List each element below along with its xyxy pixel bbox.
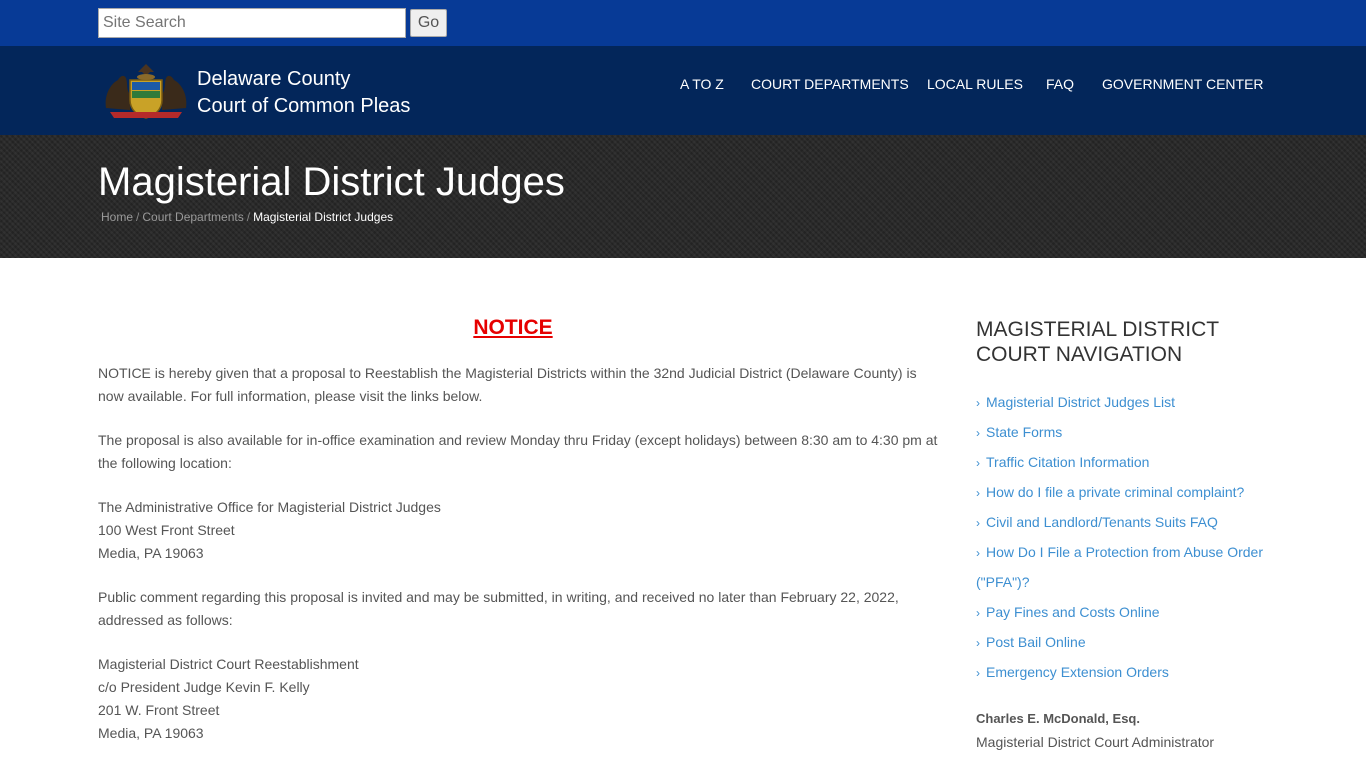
chevron-right-icon: ›: [976, 456, 980, 470]
address-line: 100 West Front Street: [98, 522, 235, 538]
administrator-name: Charles E. McDonald, Esq.: [976, 711, 1140, 726]
sidebar-link-pfa[interactable]: › How Do I File a Protection from Abuse O…: [976, 537, 1263, 568]
sidebar-link-pfa-continued[interactable]: ("PFA")?: [976, 567, 1030, 597]
address-line: c/o President Judge Kevin F. Kelly: [98, 679, 310, 695]
page-banner: Magisterial District Judges Home / Court D…: [0, 135, 1366, 258]
site-title[interactable]: Delaware County Court of Common Pleas: [197, 66, 410, 120]
sidebar-link-civil-landlord-faq[interactable]: › Civil and Landlord/Tenants Suits FAQ: [976, 507, 1218, 538]
breadcrumb-current: Magisterial District Judges: [253, 210, 394, 224]
breadcrumb-home[interactable]: Home: [101, 210, 133, 224]
sidebar-link-post-bail[interactable]: › Post Bail Online: [976, 627, 1086, 658]
sidebar-link-private-criminal-complaint[interactable]: › How do I file a private criminal compla…: [976, 477, 1244, 508]
breadcrumb: Home / Court Departments / Magisterial Distr…: [101, 210, 393, 224]
notice-paragraph-2: The proposal is also available for in-of…: [98, 432, 938, 471]
page-title: Magisterial District Judges: [98, 160, 565, 204]
site-header: Delaware County Court of Common Pleas A …: [0, 46, 1366, 135]
comment-address: Magisterial District Court Reestablishme…: [98, 653, 938, 745]
search-go-button[interactable]: Go: [410, 9, 447, 37]
address-line: 201 W. Front Street: [98, 702, 220, 718]
breadcrumb-court-departments[interactable]: Court Departments: [142, 210, 243, 224]
sidebar-link-pay-fines[interactable]: › Pay Fines and Costs Online: [976, 597, 1160, 628]
sidebar-link-label: Emergency Extension Orders: [986, 664, 1169, 680]
sidebar-link-label: Pay Fines and Costs Online: [986, 604, 1160, 620]
sidebar-link-emergency-extension[interactable]: › Emergency Extension Orders: [976, 657, 1169, 688]
nav-government-center[interactable]: GOVERNMENT CENTER: [1102, 76, 1264, 96]
chevron-right-icon: ›: [976, 516, 980, 530]
chevron-right-icon: ›: [976, 606, 980, 620]
search-input[interactable]: [98, 8, 406, 38]
notice-paragraph-1: NOTICE is hereby given that a proposal t…: [98, 365, 917, 404]
sidebar-link-label: How Do I File a Protection from Abuse Or…: [986, 544, 1263, 560]
sidebar-link-label: Post Bail Online: [986, 634, 1086, 650]
sidebar-link-label: How do I file a private criminal complai…: [986, 484, 1245, 500]
site-title-line1: Delaware County: [197, 68, 351, 90]
notice-heading: NOTICE: [473, 316, 553, 339]
administrator-title: Magisterial District Court Administrator: [976, 734, 1215, 750]
chevron-right-icon: ›: [976, 486, 980, 500]
sidebar-link-label: Traffic Citation Information: [986, 454, 1150, 470]
notice-paragraph-3: Public comment regarding this proposal i…: [98, 589, 899, 628]
sidebar-link-state-forms[interactable]: › State Forms: [976, 417, 1062, 448]
breadcrumb-separator: /: [246, 210, 251, 224]
chevron-right-icon: ›: [976, 396, 980, 410]
nav-faq[interactable]: FAQ: [1046, 76, 1074, 96]
sidebar-link-label: Civil and Landlord/Tenants Suits FAQ: [986, 514, 1218, 530]
address-line: Media, PA 19063: [98, 725, 204, 741]
pennsylvania-seal-logo-icon[interactable]: [100, 60, 192, 120]
address-line: The Administrative Office for Magisteria…: [98, 499, 441, 515]
nav-a-to-z[interactable]: A TO Z: [680, 76, 724, 96]
office-address: The Administrative Office for Magisteria…: [98, 496, 938, 565]
nav-court-departments[interactable]: COURT DEPARTMENTS: [751, 76, 909, 96]
nav-local-rules[interactable]: LOCAL RULES: [927, 76, 1023, 96]
chevron-right-icon: ›: [976, 426, 980, 440]
chevron-right-icon: ›: [976, 636, 980, 650]
sidebar-link-judges-list[interactable]: › Magisterial District Judges List: [976, 387, 1175, 418]
sidebar-link-traffic-citation[interactable]: › Traffic Citation Information: [976, 447, 1149, 478]
sidebar-link-label: Magisterial District Judges List: [986, 394, 1176, 410]
address-line: Magisterial District Court Reestablishme…: [98, 656, 359, 672]
top-search-bar: Go: [0, 0, 1366, 46]
breadcrumb-separator: /: [136, 210, 140, 224]
chevron-right-icon: ›: [976, 666, 980, 680]
sidebar-title: MAGISTERIAL DISTRICT COURT NAVIGATION: [976, 318, 1219, 366]
site-title-line2: Court of Common Pleas: [197, 95, 411, 117]
address-line: Media, PA 19063: [98, 545, 204, 561]
chevron-right-icon: ›: [976, 546, 980, 560]
sidebar-link-label: State Forms: [986, 424, 1063, 440]
